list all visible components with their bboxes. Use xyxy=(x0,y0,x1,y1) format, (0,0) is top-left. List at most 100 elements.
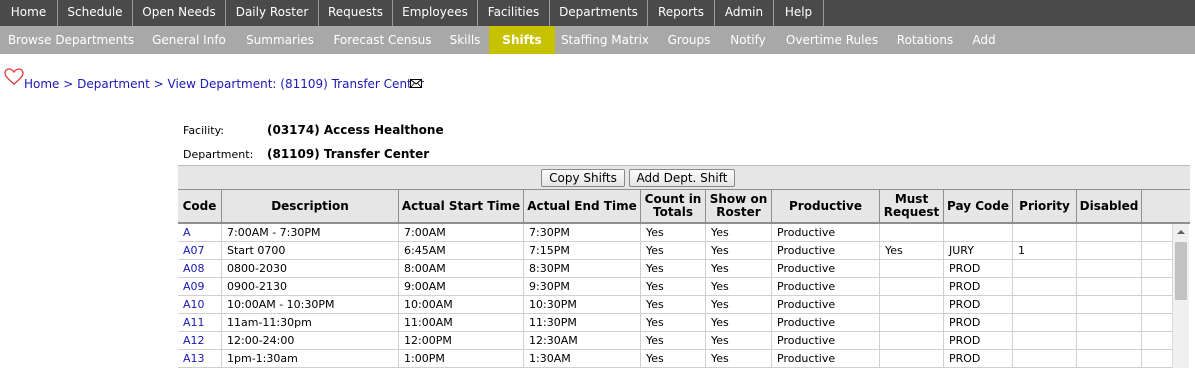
cell-code[interactable]: A08 xyxy=(178,260,222,278)
tab-rotations[interactable]: Rotations xyxy=(891,26,959,54)
envelope-icon[interactable] xyxy=(410,79,422,88)
breadcrumb-department[interactable]: Department xyxy=(77,77,150,91)
cell-disabled xyxy=(1077,260,1142,278)
table-row[interactable]: A08 0800-2030 8:00AM 8:30PM Yes Yes Productive… xyxy=(178,260,1172,278)
table-row[interactable]: A11 11am-11:30pm 11:00AM 11:30PM Yes Yes Produ… xyxy=(178,314,1172,332)
facility-label: Facility: xyxy=(183,124,225,137)
cell-end-time: 7:15PM xyxy=(524,242,641,260)
cell-start-time: 6:45AM xyxy=(399,242,524,260)
cell-productive: Productive xyxy=(772,260,880,278)
nav-home[interactable]: Home xyxy=(0,0,58,26)
cell-disabled xyxy=(1077,332,1142,350)
column-header-must-request[interactable]: Must Request xyxy=(880,190,944,222)
cell-show-on-roster: Yes xyxy=(706,278,772,296)
tab-forecast-census[interactable]: Forecast Census xyxy=(324,26,441,54)
cell-priority xyxy=(1013,350,1077,368)
cell-count-in-totals: Yes xyxy=(641,260,706,278)
cell-end-time: 8:30PM xyxy=(524,260,641,278)
tab-groups[interactable]: Groups xyxy=(655,26,723,54)
cell-count-in-totals: Yes xyxy=(641,242,706,260)
cell-show-on-roster: Yes xyxy=(706,260,772,278)
column-header-show-on-roster[interactable]: Show on Roster xyxy=(706,190,772,222)
table-scrollbar[interactable] xyxy=(1172,224,1189,368)
department-value: (81109) Transfer Center xyxy=(267,147,430,161)
nav-help[interactable]: Help xyxy=(774,0,824,26)
column-header-actual-end-time[interactable]: Actual End Time xyxy=(524,190,641,222)
cell-code[interactable]: A09 xyxy=(178,278,222,296)
table-row[interactable]: A10 10:00AM - 10:30PM 10:00AM 10:30PM Yes Yes… xyxy=(178,296,1172,314)
tab-browse-departments[interactable]: Browse Departments xyxy=(0,26,142,54)
nav-open-needs[interactable]: Open Needs xyxy=(133,0,226,26)
cell-priority: 1 xyxy=(1013,242,1077,260)
tab-add[interactable]: Add xyxy=(959,26,1009,54)
cell-count-in-totals: Yes xyxy=(641,314,706,332)
cell-productive: Productive xyxy=(772,224,880,242)
table-row[interactable]: A12 12:00-24:00 12:00PM 12:30AM Yes Yes Produc… xyxy=(178,332,1172,350)
cell-start-time: 8:00AM xyxy=(399,260,524,278)
cell-description: 1pm-1:30am xyxy=(222,350,399,368)
cell-code[interactable]: A13 xyxy=(178,350,222,368)
tab-summaries[interactable]: Summaries xyxy=(236,26,324,54)
scroll-up-arrow-icon[interactable] xyxy=(1173,224,1189,240)
tab-overtime-rules[interactable]: Overtime Rules xyxy=(773,26,891,54)
cell-start-time: 11:00AM xyxy=(399,314,524,332)
cell-code[interactable]: A12 xyxy=(178,332,222,350)
cell-priority xyxy=(1013,224,1077,242)
cell-start-time: 7:00AM xyxy=(399,224,524,242)
nav-employees[interactable]: Employees xyxy=(393,0,478,26)
cell-disabled xyxy=(1077,242,1142,260)
nav-requests[interactable]: Requests xyxy=(319,0,393,26)
nav-admin[interactable]: Admin xyxy=(715,0,774,26)
cell-must-request xyxy=(880,278,944,296)
cell-code[interactable]: A xyxy=(178,224,222,242)
cell-pay-code: JURY xyxy=(944,242,1013,260)
cell-end-time: 9:30PM xyxy=(524,278,641,296)
cell-code[interactable]: A10 xyxy=(178,296,222,314)
shifts-table-header: Code Description Actual Start Time Actua… xyxy=(178,189,1190,224)
tab-staffing-matrix[interactable]: Staffing Matrix xyxy=(555,26,655,54)
cell-show-on-roster: Yes xyxy=(706,350,772,368)
tab-skills[interactable]: Skills xyxy=(441,26,489,54)
copy-shifts-button[interactable]: Copy Shifts xyxy=(541,169,625,187)
tab-notify[interactable]: Notify xyxy=(723,26,773,54)
column-header-count-in-totals[interactable]: Count in Totals xyxy=(641,190,706,222)
column-header-productive[interactable]: Productive xyxy=(772,190,880,222)
nav-facilities[interactable]: Facilities xyxy=(478,0,550,26)
add-dept-shift-button[interactable]: Add Dept. Shift xyxy=(629,169,735,187)
table-row[interactable]: A 7:00AM - 7:30PM 7:00AM 7:30PM Yes Yes Produc… xyxy=(178,224,1172,242)
tab-shifts[interactable]: Shifts xyxy=(489,26,555,54)
nav-daily-roster[interactable]: Daily Roster xyxy=(226,0,319,26)
cell-disabled xyxy=(1077,278,1142,296)
nav-reports[interactable]: Reports xyxy=(648,0,715,26)
cell-pay-code xyxy=(944,224,1013,242)
cell-start-time: 9:00AM xyxy=(399,278,524,296)
cell-must-request xyxy=(880,350,944,368)
cell-pay-code: PROD xyxy=(944,350,1013,368)
column-header-pay-code[interactable]: Pay Code xyxy=(944,190,1013,222)
column-header-description[interactable]: Description xyxy=(222,190,399,222)
column-header-actual-start-time[interactable]: Actual Start Time xyxy=(399,190,524,222)
column-header-disabled[interactable]: Disabled xyxy=(1077,190,1142,222)
scroll-thumb[interactable] xyxy=(1175,242,1187,300)
cell-description: 0900-2130 xyxy=(222,278,399,296)
nav-schedule[interactable]: Schedule xyxy=(58,0,133,26)
breadcrumb-current[interactable]: View Department: (81109) Transfer Center xyxy=(168,77,425,91)
cell-pay-code: PROD xyxy=(944,332,1013,350)
cell-pay-code: PROD xyxy=(944,296,1013,314)
table-row[interactable]: A13 1pm-1:30am 1:00PM 1:30AM Yes Yes Productiv… xyxy=(178,350,1172,368)
table-row[interactable]: A07 Start 0700 6:45AM 7:15PM Yes Yes Productiv… xyxy=(178,242,1172,260)
cell-code[interactable]: A11 xyxy=(178,314,222,332)
cell-count-in-totals: Yes xyxy=(641,296,706,314)
cell-description: 7:00AM - 7:30PM xyxy=(222,224,399,242)
cell-must-request: Yes xyxy=(880,242,944,260)
column-header-priority[interactable]: Priority xyxy=(1013,190,1077,222)
cell-must-request xyxy=(880,332,944,350)
nav-departments[interactable]: Departments xyxy=(550,0,648,26)
cell-code[interactable]: A07 xyxy=(178,242,222,260)
breadcrumb-home[interactable]: Home xyxy=(24,77,59,91)
tab-general-info[interactable]: General Info xyxy=(142,26,236,54)
cell-end-time: 10:30PM xyxy=(524,296,641,314)
column-header-code[interactable]: Code xyxy=(178,190,222,222)
cell-description: Start 0700 xyxy=(222,242,399,260)
table-row[interactable]: A09 0900-2130 9:00AM 9:30PM Yes Yes Productive… xyxy=(178,278,1172,296)
